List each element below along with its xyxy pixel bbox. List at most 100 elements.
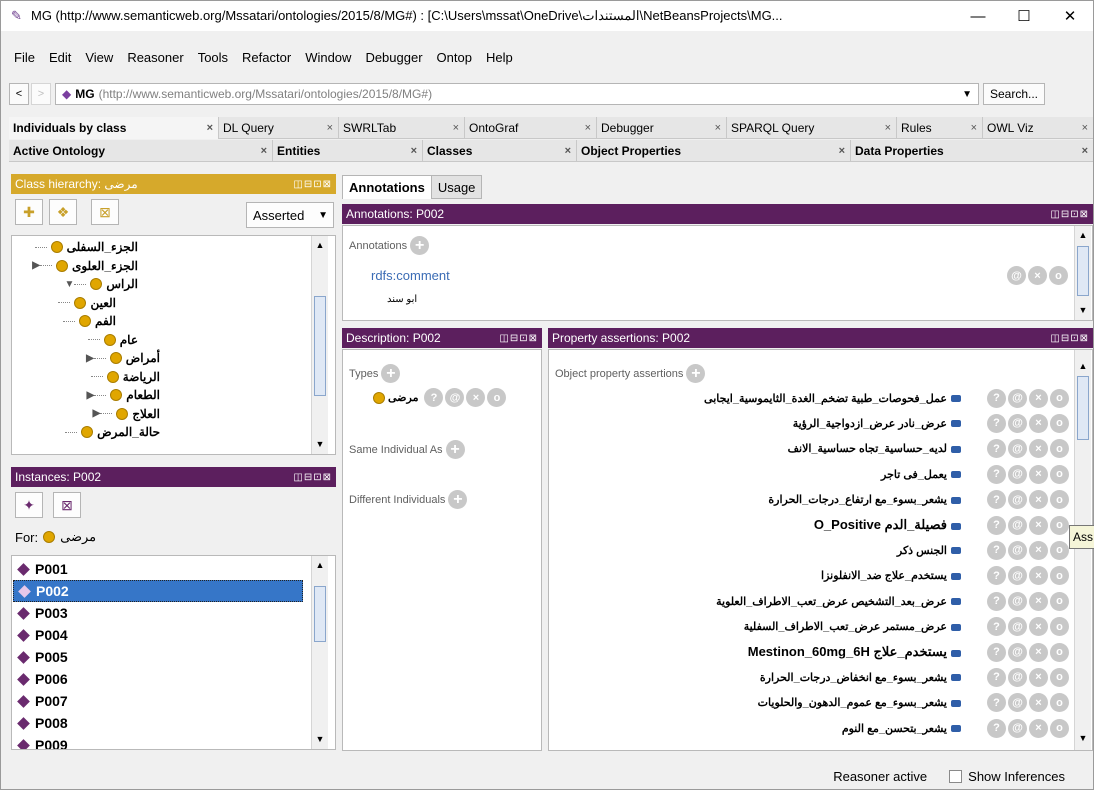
explain-button[interactable]: ? — [987, 464, 1006, 484]
explain-button[interactable]: ? — [987, 693, 1006, 713]
close-icon[interactable]: × — [207, 122, 213, 134]
scroll-up-icon[interactable]: ▲ — [1075, 227, 1091, 243]
object-property-assertion-row[interactable]: لديه_حساسية_تجاه حساسية_الانف? @ × o — [549, 437, 1071, 461]
annotation-property[interactable]: rdfs:comment — [371, 268, 450, 283]
edit-button[interactable]: o — [1050, 591, 1069, 611]
tab-individuals-by-class[interactable]: Individuals by class × — [9, 116, 219, 139]
tab-entities[interactable]: Entities × — [273, 139, 423, 162]
tab-classes[interactable]: Classes × — [423, 139, 577, 162]
explain-button[interactable]: ? — [987, 642, 1006, 662]
scroll-thumb[interactable] — [1077, 246, 1089, 296]
menu-tools[interactable]: Tools — [191, 50, 235, 65]
add-sibling-class-button[interactable]: ❖ — [49, 199, 77, 225]
tab-annotations[interactable]: Annotations — [342, 175, 432, 199]
close-icon[interactable]: × — [1082, 122, 1088, 134]
individual-list-item[interactable]: P001 — [13, 558, 303, 580]
tab-owl-viz[interactable]: OWL Viz × — [983, 117, 1093, 139]
explain-button[interactable]: ? — [987, 718, 1006, 738]
annotate-button[interactable]: @ — [1007, 266, 1026, 285]
edit-button[interactable]: o — [1050, 464, 1069, 484]
delete-class-button[interactable]: ⊠ — [91, 199, 119, 225]
explain-button[interactable]: ? — [424, 388, 444, 407]
scroll-thumb[interactable] — [314, 586, 326, 642]
annotate-button[interactable]: @ — [1008, 642, 1027, 662]
explain-button[interactable]: ? — [987, 617, 1006, 637]
individual-list-item[interactable]: P002 — [13, 580, 303, 602]
menu-ontop[interactable]: Ontop — [430, 50, 479, 65]
tab-dl-query[interactable]: DL Query × — [219, 116, 339, 139]
remove-button[interactable]: × — [1029, 515, 1048, 535]
add-different-individual-button[interactable]: + — [448, 490, 468, 509]
close-icon[interactable]: × — [971, 122, 977, 134]
explain-button[interactable]: ? — [987, 439, 1006, 459]
explain-button[interactable]: ? — [987, 566, 1006, 586]
scroll-down-icon[interactable]: ▼ — [1075, 302, 1091, 318]
close-icon[interactable]: × — [327, 122, 333, 134]
expand-icon[interactable]: ▶ — [32, 260, 40, 271]
tab-active-ontology[interactable]: Active Ontology × — [9, 139, 273, 162]
tab-data-properties[interactable]: Data Properties × — [851, 140, 1093, 162]
close-icon[interactable]: × — [565, 145, 571, 157]
class-tree-item[interactable]: الجزء_السفلى — [34, 238, 138, 256]
close-icon[interactable]: × — [453, 122, 459, 134]
individual-list-item[interactable]: P003 — [13, 602, 303, 624]
close-button[interactable]: ✕ — [1047, 1, 1093, 31]
remove-button[interactable]: × — [1029, 490, 1048, 510]
delete-individual-button[interactable]: ⊠ — [53, 492, 81, 518]
class-tree-scrollbar[interactable]: ▲ ▼ — [311, 236, 328, 454]
annotate-button[interactable]: @ — [1008, 667, 1027, 687]
individual-list-item[interactable]: P009 — [13, 734, 303, 749]
property-assertions-scrollbar[interactable]: ▲ ▼ — [1074, 350, 1091, 750]
annotate-button[interactable]: @ — [1008, 591, 1027, 611]
class-tree-item[interactable]: العين — [58, 294, 116, 312]
object-property-assertion-row[interactable]: عرض_نادر عرض_ازدواجية_الرؤية? @ × o — [549, 411, 1071, 435]
menu-window[interactable]: Window — [298, 50, 358, 65]
remove-button[interactable]: × — [1029, 464, 1048, 484]
scroll-up-icon[interactable]: ▲ — [312, 237, 328, 253]
annotate-button[interactable]: @ — [1008, 413, 1027, 433]
menu-edit[interactable]: Edit — [42, 50, 78, 65]
menu-help[interactable]: Help — [479, 50, 520, 65]
tab-object-properties[interactable]: Object Properties × — [577, 139, 851, 162]
show-inferences-label[interactable]: Show Inferences — [968, 769, 1065, 784]
annotate-button[interactable]: @ — [1008, 540, 1027, 560]
menu-reasoner[interactable]: Reasoner — [120, 50, 190, 65]
close-icon[interactable]: × — [261, 145, 267, 157]
scroll-down-icon[interactable]: ▼ — [312, 731, 328, 747]
ontology-selector[interactable]: ◆ MG (http://www.semanticweb.org/Mssatar… — [55, 83, 979, 105]
tab-debugger[interactable]: Debugger × — [597, 116, 727, 139]
scroll-thumb[interactable] — [1077, 376, 1089, 440]
scroll-up-icon[interactable]: ▲ — [312, 557, 328, 573]
tab-usage[interactable]: Usage — [431, 175, 483, 199]
remove-button[interactable]: × — [466, 388, 486, 407]
explain-button[interactable]: ? — [987, 388, 1006, 408]
add-object-property-assertion-button[interactable]: + — [686, 364, 706, 383]
remove-button[interactable]: × — [1029, 718, 1048, 738]
edit-button[interactable]: o — [1050, 515, 1069, 535]
remove-button[interactable]: × — [1029, 667, 1048, 687]
tab-sparql-query[interactable]: SPARQL Query × — [727, 116, 897, 139]
scroll-up-icon[interactable]: ▲ — [1075, 358, 1091, 374]
close-icon[interactable]: × — [839, 145, 845, 157]
tab-swrltab[interactable]: SWRLTab × — [339, 116, 465, 139]
explain-button[interactable]: ? — [987, 591, 1006, 611]
explain-button[interactable]: ? — [987, 515, 1006, 535]
remove-button[interactable]: × — [1029, 540, 1048, 560]
forward-button[interactable]: > — [31, 83, 51, 105]
remove-button[interactable]: × — [1029, 566, 1048, 586]
class-tree-item[interactable]: الجزء_العلوى ▶ — [30, 257, 138, 275]
class-tree-item[interactable]: العلاج ▶ — [91, 405, 160, 423]
annotate-button[interactable]: @ — [1008, 388, 1027, 408]
individual-list-item[interactable]: P004 — [13, 624, 303, 646]
panel-controls-icon[interactable]: ◫⊟⊡⊠ — [293, 472, 332, 483]
edit-button[interactable]: o — [1050, 693, 1069, 713]
close-icon[interactable]: × — [885, 122, 891, 134]
back-button[interactable]: < — [9, 83, 29, 105]
edit-button[interactable]: o — [1050, 642, 1069, 662]
remove-button[interactable]: × — [1028, 266, 1047, 285]
annotate-button[interactable]: @ — [1008, 693, 1027, 713]
object-property-assertion-row[interactable]: يستخدم_علاج ضد_الانفلونزا? @ × o — [549, 564, 1071, 588]
annotate-button[interactable]: @ — [1008, 718, 1027, 738]
edit-button[interactable]: o — [1050, 566, 1069, 586]
individual-list-item[interactable]: P006 — [13, 668, 303, 690]
